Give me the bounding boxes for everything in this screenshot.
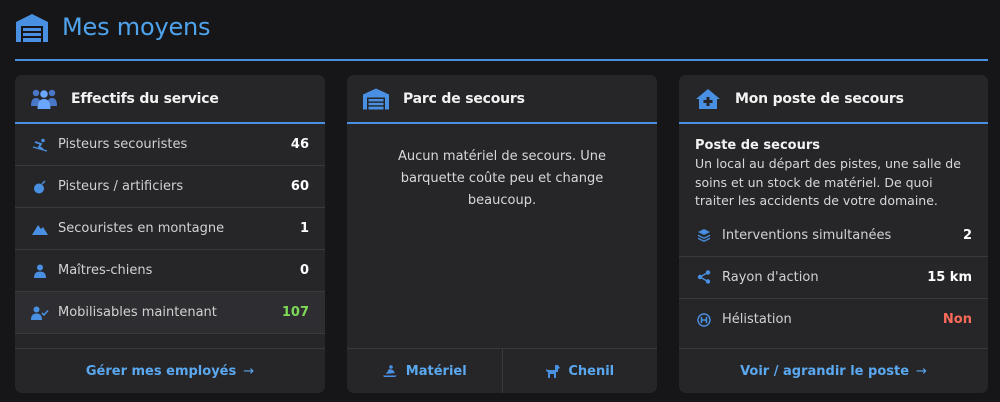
layers-icon	[695, 226, 713, 244]
poste-desc-title: Poste de secours	[695, 138, 820, 153]
row-value: 15 km	[927, 269, 972, 285]
view-poste-label: Voir / agrandir le poste	[740, 363, 910, 379]
row-label: Maîtres-chiens	[58, 263, 153, 278]
poste-card-title: Mon poste de secours	[735, 90, 904, 107]
garage-icon	[362, 87, 390, 111]
row-value: 46	[290, 137, 309, 152]
parc-card-title: Parc de secours	[403, 90, 525, 107]
group-icon	[30, 87, 58, 111]
share-icon	[695, 268, 713, 286]
row-label: Pisteurs secouristes	[58, 137, 188, 152]
skier-icon	[31, 136, 49, 154]
row-value: Non	[942, 312, 972, 327]
person-icon	[31, 262, 49, 280]
row-label: Mobilisables maintenant	[58, 305, 217, 320]
parc-card: Parc de secours Aucun matériel de secour…	[347, 75, 657, 393]
manage-employees-label: Gérer mes employés	[85, 363, 237, 379]
poste-description: Poste de secours Un local au départ des …	[679, 124, 988, 215]
list-item: Mobilisables maintenant 107	[15, 292, 325, 334]
effectifs-card-header: Effectifs du service	[15, 75, 325, 124]
row-label: Pisteurs / artificiers	[58, 179, 184, 194]
arrow-right-icon: →	[916, 363, 927, 379]
row-value: 60	[290, 179, 309, 194]
effectifs-card: Effectifs du service Pisteurs secouriste…	[15, 75, 325, 393]
effectifs-card-title: Effectifs du service	[71, 90, 219, 107]
list-item: Hélistation Non	[679, 299, 988, 341]
row-label: Secouristes en montagne	[58, 221, 225, 236]
dog-icon	[545, 364, 561, 378]
materiel-label: Matériel	[405, 363, 467, 379]
helipad-icon	[695, 311, 713, 329]
chenil-label: Chenil	[568, 363, 615, 379]
list-item: Pisteurs secouristes 46	[15, 124, 325, 166]
row-label: Rayon d'action	[722, 269, 819, 285]
snowmobile-icon	[382, 365, 398, 377]
manage-employees-button[interactable]: Gérer mes employés →	[15, 348, 325, 393]
list-item: Rayon d'action 15 km	[679, 257, 988, 299]
chenil-button[interactable]: Chenil	[501, 349, 658, 393]
empty-message: Aucun matériel de secours. Une barquette…	[398, 149, 606, 208]
poste-card: Mon poste de secours Poste de secours Un…	[679, 75, 988, 393]
row-value: 2	[962, 227, 972, 243]
bomb-icon	[31, 178, 49, 196]
list-item: Interventions simultanées 2	[679, 215, 988, 257]
list-item: Secouristes en montagne 1	[15, 208, 325, 250]
garage-icon	[16, 13, 48, 42]
view-poste-button[interactable]: Voir / agrandir le poste →	[679, 348, 988, 393]
poste-desc-text: Un local au départ des pistes, une salle…	[695, 156, 961, 208]
page-title: Mes moyens	[62, 12, 211, 41]
row-label: Interventions simultanées	[722, 227, 892, 243]
medical-house-icon	[694, 87, 722, 111]
materiel-button[interactable]: Matériel	[347, 349, 502, 393]
list-item: Maîtres-chiens 0	[15, 250, 325, 292]
row-value: 1	[299, 221, 309, 236]
list-item: Pisteurs / artificiers 60	[15, 166, 325, 208]
parc-card-header: Parc de secours	[347, 75, 657, 124]
person-check-icon	[31, 304, 49, 322]
row-value: 0	[299, 263, 309, 278]
parc-footer: Matériel Chenil	[347, 348, 657, 393]
row-value: 107	[281, 305, 309, 320]
arrow-right-icon: →	[243, 363, 255, 379]
page-header: Mes moyens	[15, 0, 988, 61]
mountain-icon	[31, 220, 49, 238]
poste-card-header: Mon poste de secours	[679, 75, 988, 124]
row-label: Hélistation	[722, 312, 792, 327]
